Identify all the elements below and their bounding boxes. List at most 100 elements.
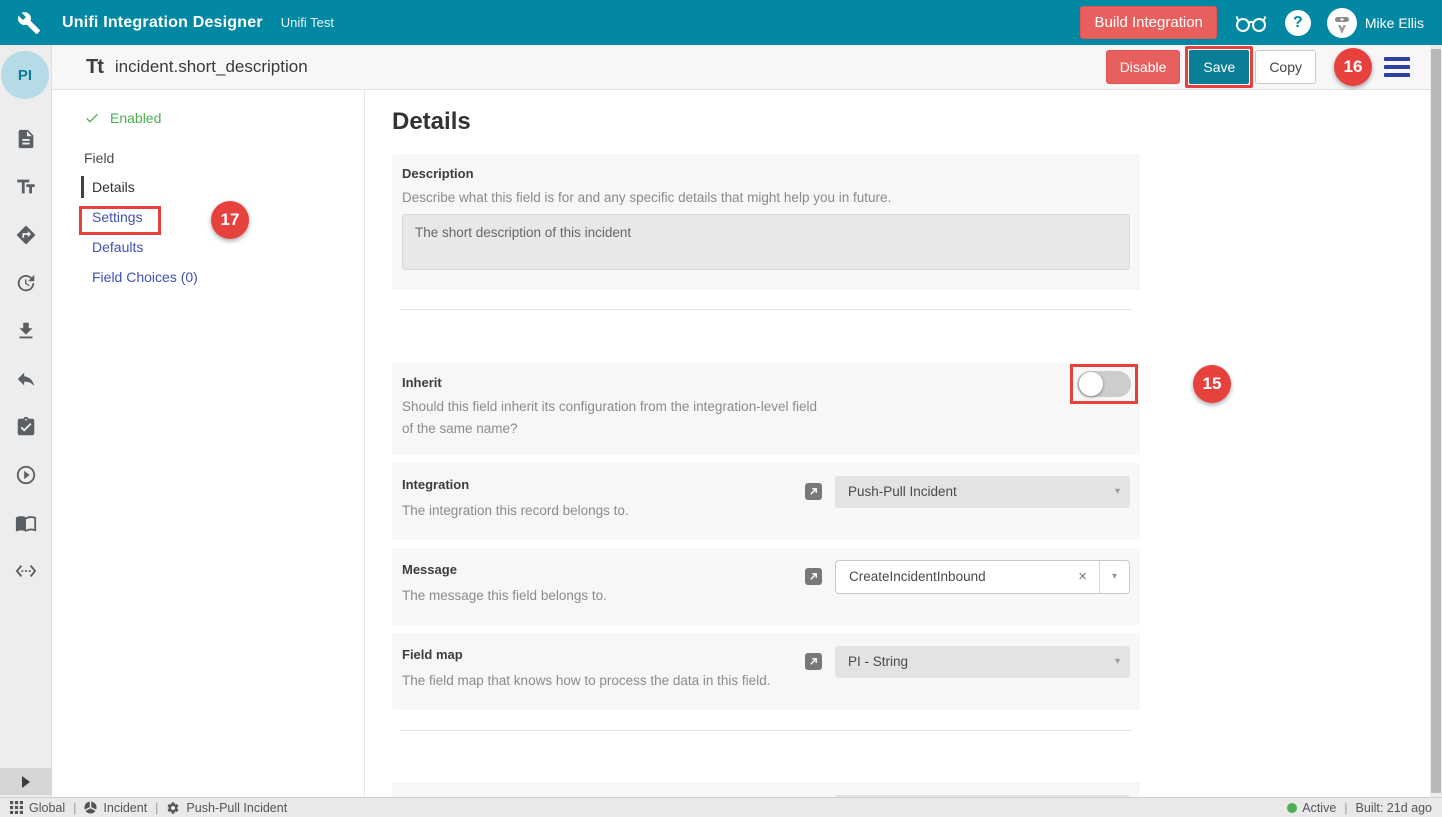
annotation-box-inherit-toggle xyxy=(1070,364,1138,404)
grid-icon xyxy=(10,801,23,814)
field-type-icon: Tt xyxy=(86,56,103,79)
record-avatar: PI xyxy=(1,51,49,99)
annotation-box-save: Save xyxy=(1185,46,1253,88)
separator: | xyxy=(1344,801,1347,815)
active-item-bar xyxy=(81,176,84,198)
integration-value: Push-Pull Incident xyxy=(848,484,957,499)
field-section-label: Field xyxy=(84,150,114,166)
message-label: Message xyxy=(402,562,457,577)
hamburger-menu-icon[interactable] xyxy=(1384,57,1410,77)
message-combobox[interactable]: CreateIncidentInbound × ▾ xyxy=(835,560,1130,594)
nav-item-details[interactable]: Details xyxy=(92,179,135,195)
integration-label: Push-Pull Incident xyxy=(186,801,287,815)
save-button[interactable]: Save xyxy=(1189,50,1249,84)
app-title: Unifi Integration Designer xyxy=(62,14,263,32)
inherit-help-line1: Should this field inherit its configurat… xyxy=(402,399,817,414)
clear-icon[interactable]: × xyxy=(1078,561,1087,593)
status-label: Active xyxy=(1302,801,1336,815)
table-item: Incident xyxy=(84,801,147,815)
play-circle-icon[interactable] xyxy=(15,464,37,486)
document-icon[interactable] xyxy=(15,128,37,150)
update-icon[interactable] xyxy=(15,272,37,294)
field-map-help: The field map that knows how to process … xyxy=(402,673,770,688)
status-dot-icon xyxy=(1287,803,1297,813)
enabled-label: Enabled xyxy=(110,110,161,126)
integration-field-card: Integration The integration this record … xyxy=(392,463,1140,540)
annotation-circle-16: 16 xyxy=(1334,48,1372,86)
section-divider xyxy=(400,730,1131,731)
separator: | xyxy=(155,801,158,815)
integration-item: Push-Pull Incident xyxy=(166,801,287,815)
field-map-label: Field map xyxy=(402,647,463,662)
app-window: Unifi Integration Designer Unifi Test Bu… xyxy=(0,0,1442,817)
copy-button[interactable]: Copy xyxy=(1255,50,1316,84)
vertical-scrollbar xyxy=(1430,45,1442,797)
inherit-field-card: Inherit Should this field inherit its co… xyxy=(392,363,1140,455)
description-label: Description xyxy=(402,166,474,181)
field-map-card: Field map The field map that knows how t… xyxy=(392,633,1140,710)
reply-icon[interactable] xyxy=(15,368,37,390)
user-menu[interactable]: Mike Ellis xyxy=(1327,8,1424,38)
gear-icon xyxy=(166,801,180,815)
scrollbar-thumb[interactable] xyxy=(1431,49,1441,793)
annotation-circle-17: 17 xyxy=(211,201,249,239)
user-name: Mike Ellis xyxy=(1365,15,1424,31)
scope-label: Global xyxy=(29,801,65,815)
pie-circle-icon xyxy=(84,801,97,814)
wrench-icon xyxy=(16,10,42,36)
inherit-toggle[interactable] xyxy=(1077,371,1131,397)
chevron-down-icon[interactable]: ▾ xyxy=(1099,561,1129,593)
integration-help: The integration this record belongs to. xyxy=(402,503,629,518)
book-icon[interactable] xyxy=(15,512,37,534)
record-title-bar: Tt incident.short_description Disable Sa… xyxy=(52,45,1430,90)
record-actions: Disable Save Copy 16 xyxy=(1106,46,1430,88)
task-check-icon[interactable] xyxy=(15,416,37,438)
build-integration-button[interactable]: Build Integration xyxy=(1080,6,1216,39)
disable-button[interactable]: Disable xyxy=(1106,50,1181,84)
user-avatar-icon xyxy=(1327,8,1357,38)
integration-select[interactable]: Push-Pull Incident ▾ xyxy=(835,476,1130,508)
message-field-card: Message The message this field belongs t… xyxy=(392,548,1140,625)
build-status: Active | Built: 21d ago xyxy=(1287,801,1432,815)
chevron-down-icon: ▾ xyxy=(1115,476,1120,508)
field-map-select[interactable]: PI - String ▾ xyxy=(835,646,1130,678)
nav-item-field-choices[interactable]: Field Choices (0) xyxy=(92,269,198,285)
details-heading: Details xyxy=(392,108,471,136)
header-actions: Build Integration ? Mike Ellis xyxy=(1080,6,1442,39)
message-value: CreateIncidentInbound xyxy=(849,569,986,584)
open-reference-icon[interactable] xyxy=(805,653,822,670)
field-map-value: PI - String xyxy=(848,654,908,669)
expand-right-icon xyxy=(22,776,30,788)
open-reference-icon[interactable] xyxy=(805,568,822,585)
table-label: Incident xyxy=(103,801,147,815)
glasses-icon[interactable] xyxy=(1233,11,1269,35)
message-help: The message this field belongs to. xyxy=(402,588,607,603)
details-panel: Details Description Describe what this f… xyxy=(365,90,1430,797)
code-icon[interactable] xyxy=(15,560,37,582)
separator: | xyxy=(73,801,76,815)
open-reference-icon[interactable] xyxy=(805,483,822,500)
text-fields-icon[interactable] xyxy=(15,176,37,198)
nav-item-defaults[interactable]: Defaults xyxy=(92,239,143,255)
check-icon xyxy=(84,110,100,126)
directions-icon[interactable] xyxy=(15,224,37,246)
toggle-knob xyxy=(1079,372,1103,396)
status-bar: Global | Incident | Push-Pull Incident A… xyxy=(0,797,1442,817)
description-textarea[interactable]: The short description of this incident xyxy=(402,214,1130,270)
download-icon[interactable] xyxy=(15,320,37,342)
top-header: Unifi Integration Designer Unifi Test Bu… xyxy=(0,0,1442,45)
description-help: Describe what this field is for and any … xyxy=(402,190,891,205)
sidebar-expand-button[interactable] xyxy=(0,768,52,795)
description-field-card: Description Describe what this field is … xyxy=(392,154,1140,290)
chevron-down-icon: ▾ xyxy=(1115,646,1120,678)
next-field-card-partial xyxy=(392,782,1140,797)
built-label: Built: 21d ago xyxy=(1356,801,1432,815)
environment-name: Unifi Test xyxy=(281,15,334,30)
annotation-circle-15: 15 xyxy=(1193,365,1231,403)
record-nav-panel: Enabled Field Details Settings Defaults … xyxy=(52,90,365,797)
sidebar-icon-rail xyxy=(0,128,52,582)
help-icon[interactable]: ? xyxy=(1285,10,1311,36)
integration-label: Integration xyxy=(402,477,469,492)
nav-item-settings[interactable]: Settings xyxy=(92,209,143,225)
scope-item: Global xyxy=(10,801,65,815)
